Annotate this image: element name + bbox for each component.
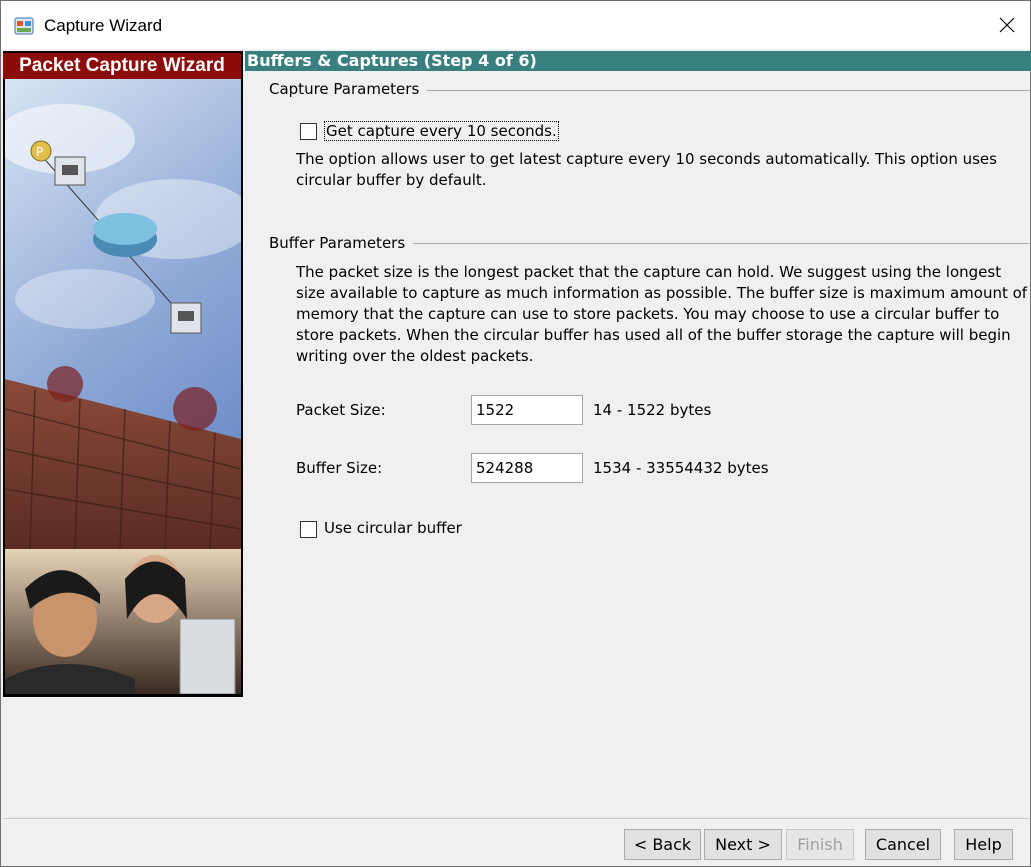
title-bar: Capture Wizard	[1, 1, 1030, 49]
close-button[interactable]	[984, 1, 1030, 49]
packet-size-range: 14 - 1522 bytes	[593, 401, 712, 419]
step-header: Buffers & Captures (Step 4 of 6)	[245, 51, 1031, 71]
buffer-size-input[interactable]	[471, 453, 583, 483]
help-button[interactable]: Help	[954, 829, 1013, 860]
get-capture-label[interactable]: Get capture every 10 seconds.	[324, 121, 559, 141]
back-button[interactable]: < Back	[624, 829, 701, 860]
wizard-banner: Packet Capture Wizard	[3, 53, 241, 79]
app-icon	[14, 17, 34, 35]
circular-buffer-checkbox[interactable]	[300, 521, 317, 538]
next-button[interactable]: Next >	[704, 829, 782, 860]
window-title: Capture Wizard	[44, 16, 163, 35]
get-capture-checkbox[interactable]	[300, 123, 317, 140]
close-icon	[999, 17, 1015, 33]
cancel-button[interactable]: Cancel	[865, 829, 941, 860]
circular-buffer-label[interactable]: Use circular buffer	[324, 519, 462, 537]
finish-button[interactable]: Finish	[786, 829, 854, 860]
buffer-size-label: Buffer Size:	[296, 459, 383, 477]
capture-parameters-heading: Capture Parameters	[269, 80, 428, 98]
packet-size-label: Packet Size:	[296, 401, 386, 419]
footer-divider	[3, 818, 1029, 819]
capture-description: The option allows user to get latest cap…	[296, 150, 997, 189]
wizard-illustration: P	[5, 79, 241, 694]
buffer-parameters-heading: Buffer Parameters	[269, 234, 414, 252]
packet-size-input[interactable]	[471, 395, 583, 425]
buffer-size-range: 1534 - 33554432 bytes	[593, 459, 769, 477]
get-capture-label-text: Get capture every 10 seconds.	[324, 121, 559, 141]
buffer-description: The packet size is the longest packet th…	[296, 263, 1028, 365]
svg-text:P: P	[36, 145, 43, 159]
capture-wizard-window: Capture Wizard Packet Capture Wizard P B…	[0, 0, 1031, 867]
